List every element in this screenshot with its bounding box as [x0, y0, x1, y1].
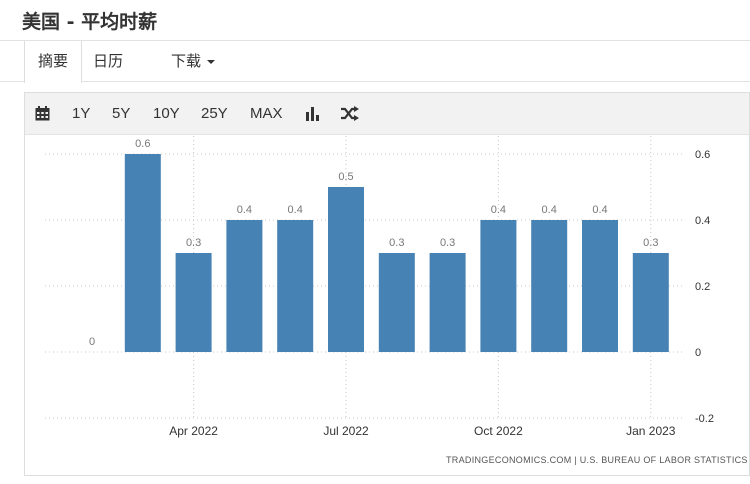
data-label: 0.3 [389, 237, 404, 249]
data-label: 0 [89, 336, 95, 348]
y-tick-label: 0.6 [695, 149, 710, 161]
bar [328, 187, 364, 352]
bar [175, 253, 212, 352]
data-label: 0.6 [135, 138, 150, 150]
data-label: 0.3 [186, 237, 201, 249]
bar [582, 220, 618, 352]
x-tick-label: Jul 2022 [323, 424, 369, 438]
data-label: 0.4 [491, 204, 506, 216]
y-tick-label: 0.2 [695, 281, 710, 293]
bar [277, 220, 314, 352]
data-label: 0.5 [338, 171, 353, 183]
x-tick-label: Jan 2023 [626, 424, 676, 438]
x-tick-label: Oct 2022 [474, 424, 523, 438]
y-tick-label: 0 [695, 347, 701, 359]
y-tick-label: -0.2 [695, 413, 714, 425]
bar [429, 253, 466, 352]
data-label: 0.4 [592, 204, 607, 216]
bar-chart: 0.6 0.4 0.2 0 -0.2 Apr 2022 Jul 2022 Oct 2022 Ja… [45, 136, 714, 438]
bar [531, 220, 568, 352]
x-tick-label: Apr 2022 [169, 424, 218, 438]
y-tick-label: 0.4 [695, 215, 710, 227]
data-label: 0.3 [440, 237, 455, 249]
data-label: 0.4 [237, 204, 252, 216]
bar [480, 220, 517, 352]
data-label: 0.4 [288, 204, 303, 216]
chart-source: TRADINGECONOMICS.COM | U.S. BUREAU OF LA… [446, 455, 748, 465]
bar [378, 253, 415, 352]
bar [632, 253, 669, 352]
bar [226, 220, 263, 352]
data-label: 0.4 [542, 204, 557, 216]
bar [124, 154, 161, 352]
data-label: 0.3 [643, 237, 658, 249]
